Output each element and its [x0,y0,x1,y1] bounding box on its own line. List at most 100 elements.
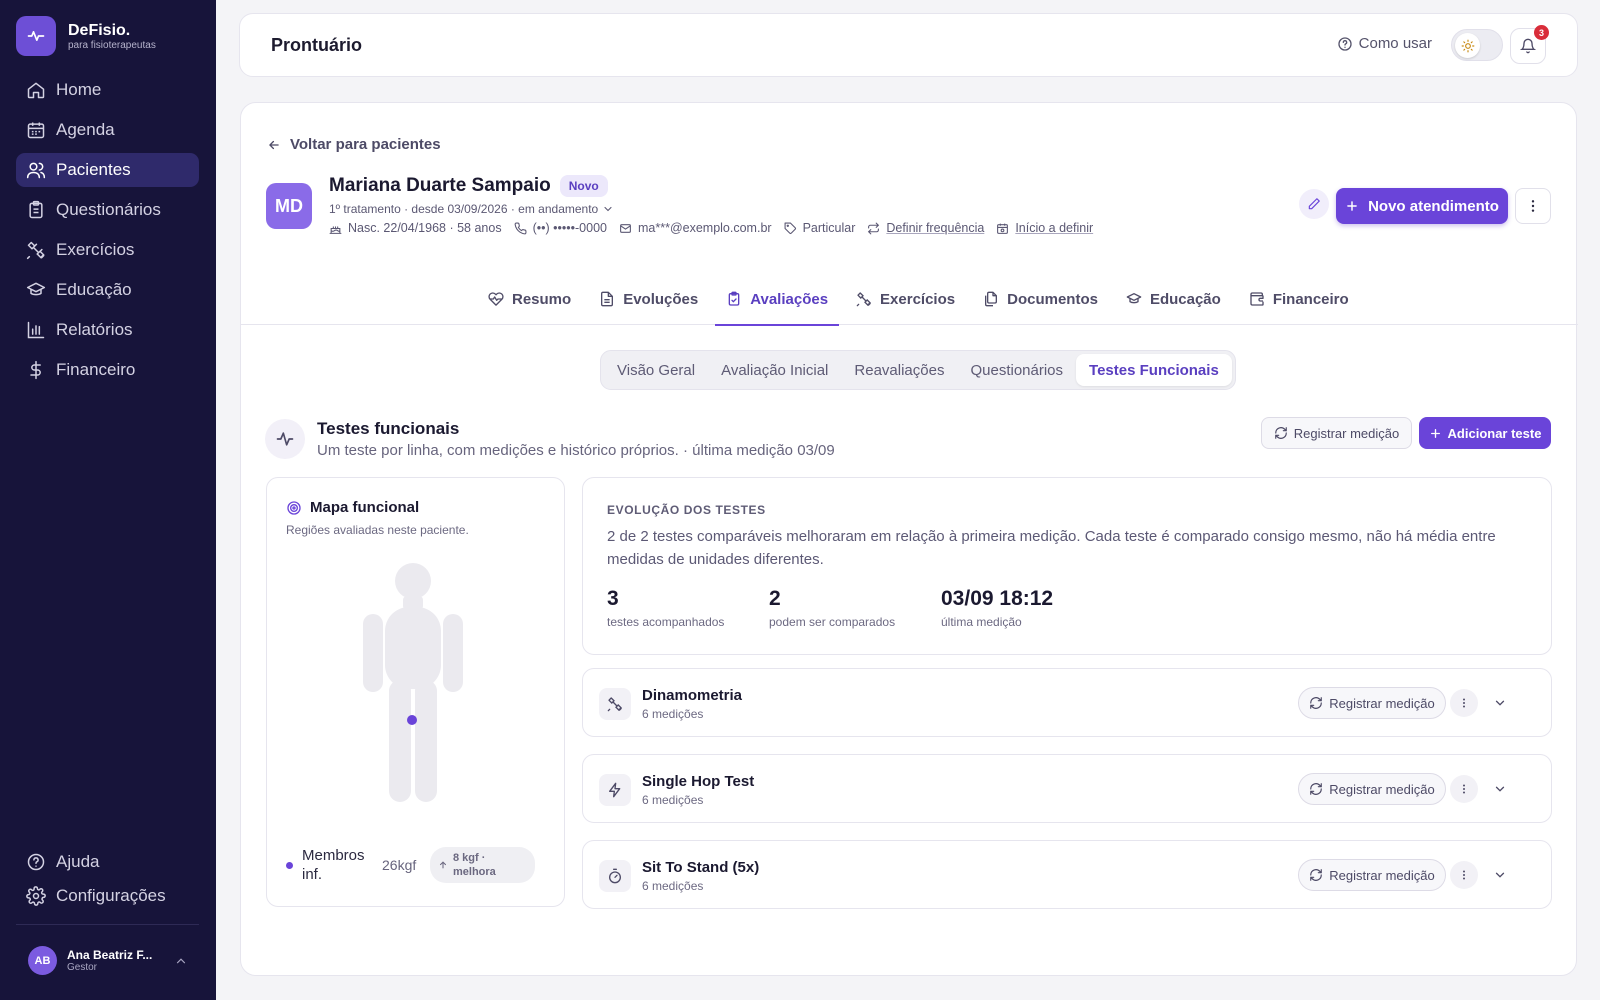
tab-avaliacoes[interactable]: Avaliações [715,273,839,326]
chevron-up-icon [174,954,188,968]
test-row[interactable]: Sit To Stand (5x) 6 medições Registrar m… [582,840,1552,909]
mail-icon [619,222,638,235]
sidebar-item-home[interactable]: Home [16,73,199,107]
sidebar-bottom-nav: Ajuda Configurações [16,845,199,913]
subtab-visao-geral[interactable]: Visão Geral [604,354,708,386]
refresh-icon [1309,868,1329,882]
help-link[interactable]: Como usar [1337,35,1432,52]
region-marker-lower-limb [407,715,417,725]
register-measurement-button[interactable]: Registrar medição [1298,687,1446,719]
new-appointment-button[interactable]: Novo atendimento [1336,188,1508,224]
test-name: Dinamometria [642,687,743,704]
back-to-patients-link[interactable]: Voltar para pacientes [267,136,441,153]
sun-icon [1455,33,1480,58]
tab-label: Evoluções [623,290,699,308]
sidebar-item-agenda[interactable]: Agenda [16,113,199,147]
edit-patient-button[interactable] [1299,189,1329,219]
map-title: Mapa funcional [310,499,420,516]
arrow-up-icon [438,860,453,870]
test-count: 6 medições [642,879,704,893]
tab-resumo[interactable]: Resumo [477,273,582,325]
file-text-icon [599,291,623,307]
dumbbell-icon [599,688,631,720]
brand[interactable]: DeFisio. para fisioterapeutas [16,16,156,56]
subtab-questionarios[interactable]: Questionários [957,354,1076,386]
legend-dot [286,861,293,869]
notification-badge: 3 [1534,25,1549,40]
register-label: Registrar medição [1329,781,1435,797]
repeat-icon [867,222,886,235]
refresh-icon [1309,782,1329,796]
more-vertical-icon [1458,783,1470,795]
timer-icon [599,860,631,892]
graduation-cap-icon [1126,291,1150,307]
sidebar-item-educacao[interactable]: Educação [16,273,199,307]
more-vertical-icon [1458,869,1470,881]
sidebar-item-label: Ajuda [56,852,100,871]
register-measurement-button[interactable]: Registrar medição [1261,417,1412,449]
stat-label: podem ser comparados [769,615,896,629]
register-measurement-button[interactable]: Registrar medição [1298,859,1446,891]
test-row[interactable]: Dinamometria 6 medições Registrar mediçã… [582,668,1552,737]
stat-value: 2 [769,587,781,610]
tag-icon [784,222,803,235]
body-figure [363,562,467,810]
treatment-selector[interactable]: 1º tratamento · desde 03/09/2026 · em an… [329,202,614,216]
calendar-clock-icon [996,222,1015,235]
sidebar-item-questionarios[interactable]: Questionários [16,193,199,227]
subtab-testes-funcionais[interactable]: Testes Funcionais [1076,354,1232,386]
section-title: Testes funcionais [317,419,460,438]
chevron-down-icon [1493,782,1507,796]
tab-financeiro[interactable]: Financeiro [1238,273,1360,325]
frequency-link[interactable]: Definir frequência [867,221,984,235]
tab-evolucoes[interactable]: Evoluções [588,273,709,325]
test-more-button[interactable] [1450,775,1478,803]
subtab-reavaliacoes[interactable]: Reavaliações [841,354,957,386]
tab-label: Financeiro [1272,290,1349,308]
register-label: Registrar medição [1329,867,1435,883]
start-date-link[interactable]: Início a definir [996,221,1093,235]
register-label: Registrar medição [1293,425,1400,441]
email: ma***@exemplo.com.br [637,221,772,235]
sidebar-item-label: Questionários [56,200,161,219]
more-options-button[interactable] [1515,188,1551,224]
sidebar-item-relatorios[interactable]: Relatórios [16,313,199,347]
notifications-button[interactable]: 3 [1510,25,1549,64]
tab-documentos[interactable]: Documentos [972,273,1109,325]
theme-toggle[interactable] [1451,29,1503,61]
sidebar-item-configuracoes[interactable]: Configurações [16,879,199,913]
treatment-info: 1º tratamento · desde 03/09/2026 · em an… [329,202,599,216]
sidebar-item-financeiro[interactable]: Financeiro [16,353,199,387]
files-icon [983,291,1007,307]
chevron-down-icon [1493,868,1507,882]
tab-exercicios[interactable]: Exercícios [845,273,966,325]
functional-map-card: Mapa funcional Regiões avaliadas neste p… [266,477,565,907]
dollar-icon [26,360,46,380]
refresh-icon [1309,696,1329,710]
expand-button[interactable] [1490,693,1510,713]
user-menu[interactable]: AB Ana Beatriz F... Gestor [28,946,188,975]
sidebar-item-label: Pacientes [56,160,131,179]
tab-educacao[interactable]: Educação [1115,273,1232,325]
test-count: 6 medições [642,793,704,807]
test-row[interactable]: Single Hop Test 6 medições Registrar med… [582,754,1552,823]
test-more-button[interactable] [1450,689,1478,717]
sidebar-item-pacientes[interactable]: Pacientes [16,153,199,187]
help-circle-icon [1337,36,1359,52]
expand-button[interactable] [1490,779,1510,799]
dumbbell-icon [856,291,880,307]
phone: (••) •••••-0000 [532,221,607,235]
sidebar-item-exercicios[interactable]: Exercícios [16,233,199,267]
sidebar-item-ajuda[interactable]: Ajuda [16,845,199,879]
test-count: 6 medições [642,707,704,721]
register-measurement-button[interactable]: Registrar medição [1298,773,1446,805]
test-name: Single Hop Test [642,773,755,790]
subtab-avaliacao-inicial[interactable]: Avaliação Inicial [708,354,841,386]
test-more-button[interactable] [1450,861,1478,889]
add-test-button[interactable]: Adicionar teste [1419,417,1551,449]
evolution-heading: EVOLUÇÃO DOS TESTES [607,503,766,517]
expand-button[interactable] [1490,865,1510,885]
sidebar-item-label: Agenda [56,120,115,139]
sidebar-item-label: Educação [56,280,132,299]
target-icon [286,500,310,516]
